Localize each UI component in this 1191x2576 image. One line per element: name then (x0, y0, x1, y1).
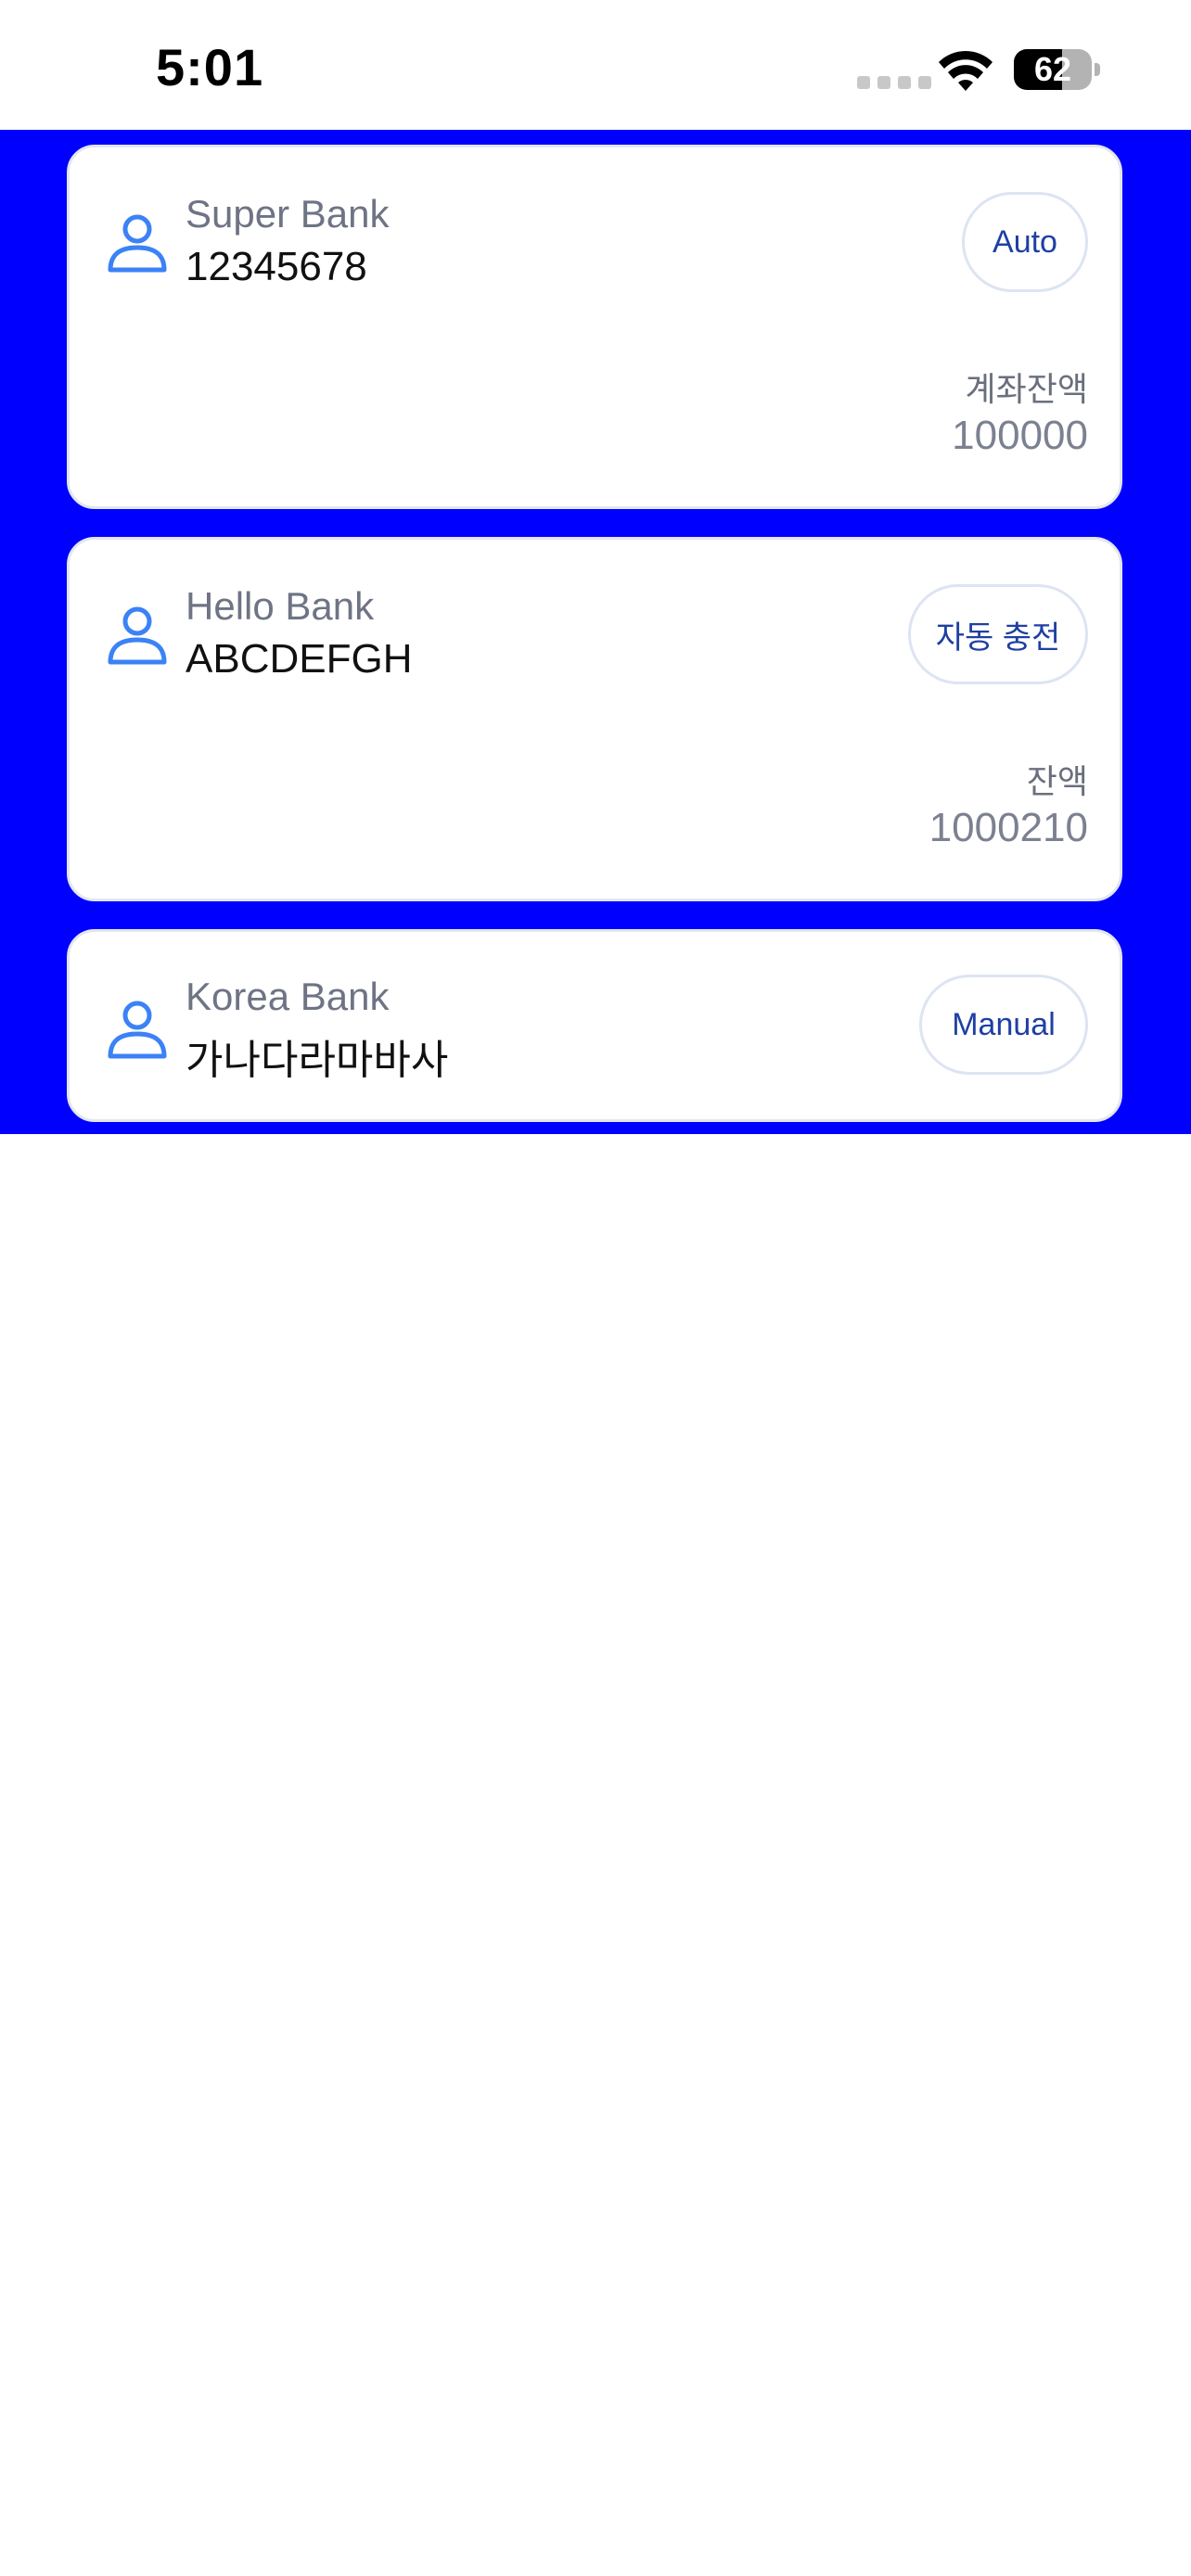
account-number: ABCDEFGH (186, 636, 413, 682)
cellular-signal-icon (857, 76, 931, 89)
balance-value: 100000 (952, 413, 1088, 458)
battery-icon: 62 (1014, 49, 1092, 90)
account-number: 가나다라마바사 (186, 1038, 449, 1083)
battery-cap (1095, 63, 1100, 76)
charge-mode-button[interactable]: Manual (919, 975, 1088, 1075)
user-icon (108, 214, 167, 273)
battery-level: 62 (1033, 50, 1072, 88)
charge-mode-button[interactable]: Auto (962, 192, 1088, 292)
account-card-korea-bank[interactable]: Korea Bank 가나다라마바사 Manual (67, 929, 1122, 1122)
balance-label: 잔액 (1026, 762, 1088, 800)
bank-name: Super Bank (186, 192, 390, 236)
bank-name: Korea Bank (186, 975, 390, 1018)
user-icon (108, 606, 167, 665)
wifi-icon (939, 50, 992, 91)
balance-value: 1000210 (928, 805, 1088, 850)
account-list: Super Bank 12345678 Auto 계좌잔액 100000 Hel… (0, 130, 1191, 1134)
account-card-hello-bank[interactable]: Hello Bank ABCDEFGH 자동 충전 잔액 1000210 (67, 537, 1122, 901)
account-card-super-bank[interactable]: Super Bank 12345678 Auto 계좌잔액 100000 (67, 145, 1122, 509)
charge-mode-button[interactable]: 자동 충전 (908, 584, 1088, 684)
bank-name: Hello Bank (186, 584, 375, 628)
status-bar: 5:01 62 (0, 0, 1191, 130)
status-time: 5:01 (156, 38, 264, 96)
user-icon (108, 1001, 167, 1059)
balance-label: 계좌잔액 (965, 370, 1088, 408)
account-number: 12345678 (186, 244, 367, 289)
